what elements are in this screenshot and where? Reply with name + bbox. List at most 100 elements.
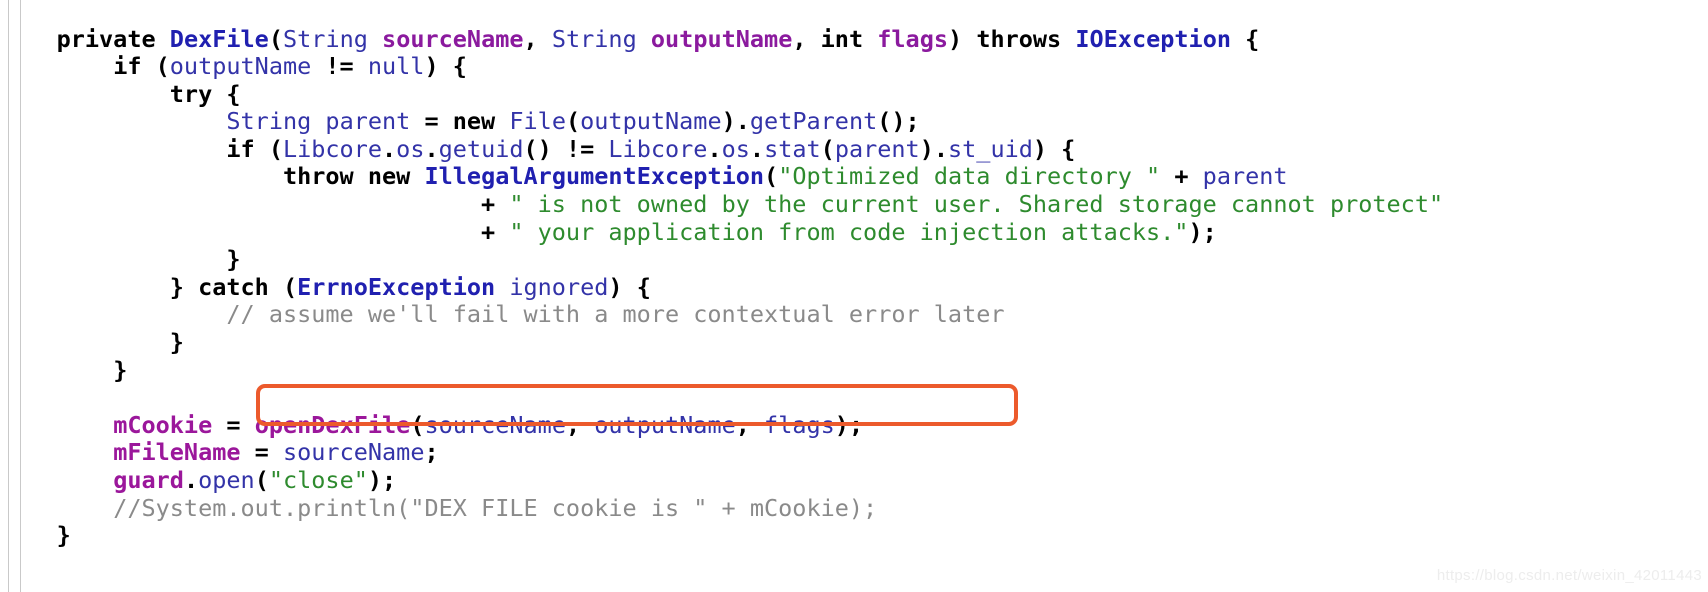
code-line: } xyxy=(0,328,1700,357)
code-token-plain: } xyxy=(169,272,199,301)
code-token-keyword: if xyxy=(226,134,255,163)
code-token-identifier: parent xyxy=(834,134,920,163)
code-token-parameter: sourceName xyxy=(382,24,524,53)
code-token-string: "Optimized data directory " xyxy=(778,162,1161,191)
code-block[interactable]: private DexFile(String sourceName, Strin… xyxy=(0,24,1700,550)
code-token-type: IllegalArgumentException xyxy=(424,162,765,191)
code-token-plain: { xyxy=(1231,24,1260,53)
code-token-plain: ( xyxy=(268,272,298,301)
code-token-plain: ( xyxy=(410,410,425,439)
code-token-plain: ( xyxy=(764,162,779,191)
code-token-plain: + xyxy=(481,190,510,219)
code-token-keyword: catch xyxy=(198,272,269,301)
code-token-plain: = xyxy=(212,410,255,439)
code-token-identifier: st_uid xyxy=(948,134,1033,163)
code-line: } xyxy=(0,521,1700,550)
code-token-plain: ); xyxy=(834,410,864,439)
code-line: } catch (ErrnoException ignored) { xyxy=(0,272,1700,302)
code-token-plain: ). xyxy=(721,107,750,136)
code-token-plain: , xyxy=(735,410,765,439)
code-token-string: "close" xyxy=(268,466,368,494)
code-token-plain: , xyxy=(523,24,552,53)
code-token-plain: . xyxy=(749,134,765,163)
code-token-identifier: Libcore xyxy=(608,134,708,163)
code-token-identifier: File xyxy=(509,107,566,136)
code-token-plain: ); xyxy=(367,466,397,494)
code-token-plain: } xyxy=(169,328,184,357)
code-token-comment: //System.out.println("DEX FILE cookie is… xyxy=(113,493,878,522)
code-token-type: ErrnoException xyxy=(297,272,496,301)
code-token-plain: ( xyxy=(268,24,283,53)
code-token-identifier: null xyxy=(367,52,425,81)
code-token-keyword: private xyxy=(56,24,156,53)
code-token-type: IOException xyxy=(1075,24,1231,53)
code-token-field: mCookie xyxy=(113,410,213,439)
code-token-plain: + xyxy=(481,217,510,246)
code-token-identifier: sourceName xyxy=(424,410,566,439)
code-token-comment: // assume we'll fail with a more context… xyxy=(226,300,1005,329)
code-token-identifier: String xyxy=(551,24,637,53)
code-token-plain: ); xyxy=(1188,217,1217,246)
code-line: String parent = new File(outputName).get… xyxy=(0,107,1700,136)
code-line: mCookie = openDexFile(sourceName, output… xyxy=(0,410,1700,440)
code-token-identifier: stat xyxy=(764,134,821,163)
code-token-keyword: new xyxy=(367,162,411,191)
code-token-plain: ) xyxy=(948,24,977,53)
code-token-plain: ) { xyxy=(1032,134,1076,163)
code-token-keyword: throw xyxy=(282,162,354,191)
code-token-identifier: parent xyxy=(1202,162,1288,191)
code-token-identifier: os xyxy=(721,134,750,163)
code-token-plain: . xyxy=(183,466,199,494)
code-line: if (Libcore.os.getuid() != Libcore.os.st… xyxy=(0,134,1700,164)
code-token-plain: . xyxy=(382,134,397,163)
code-token-identifier: os xyxy=(396,134,425,163)
code-token-plain: } xyxy=(226,245,241,274)
code-token-plain: ( xyxy=(565,107,581,136)
code-token-field: openDexFile xyxy=(254,410,411,439)
code-line: } xyxy=(0,245,1700,274)
code-token-plain: ) { xyxy=(424,52,467,81)
code-token-keyword: try xyxy=(169,79,213,108)
code-token-identifier: flags xyxy=(764,410,835,439)
code-token-identifier: ignored xyxy=(509,272,609,301)
code-token-plain: ( xyxy=(820,134,835,163)
code-line: private DexFile(String sourceName, Strin… xyxy=(0,24,1700,54)
code-token-identifier: open xyxy=(198,466,255,494)
code-token-plain: + xyxy=(1160,162,1203,191)
code-token-plain: . xyxy=(424,134,439,163)
code-line: try { xyxy=(0,79,1700,109)
code-token-plain: ( xyxy=(254,466,269,494)
code-token-identifier: outputName xyxy=(594,410,736,439)
code-token-plain: ( xyxy=(254,134,283,163)
code-token-plain: = xyxy=(410,107,453,136)
code-token-plain: { xyxy=(212,79,241,108)
code-line: //System.out.println("DEX FILE cookie is… xyxy=(0,493,1700,523)
code-token-plain: , xyxy=(565,410,595,439)
code-token-plain: ) { xyxy=(608,272,651,301)
code-line: guard.open("close"); xyxy=(0,466,1700,495)
code-line: + " your application from code injection… xyxy=(0,217,1700,247)
code-line: // assume we'll fail with a more context… xyxy=(0,301,1700,329)
code-token-identifier: getParent xyxy=(749,107,878,136)
code-token-identifier: Libcore xyxy=(282,134,383,163)
code-token-identifier: String xyxy=(283,24,368,53)
